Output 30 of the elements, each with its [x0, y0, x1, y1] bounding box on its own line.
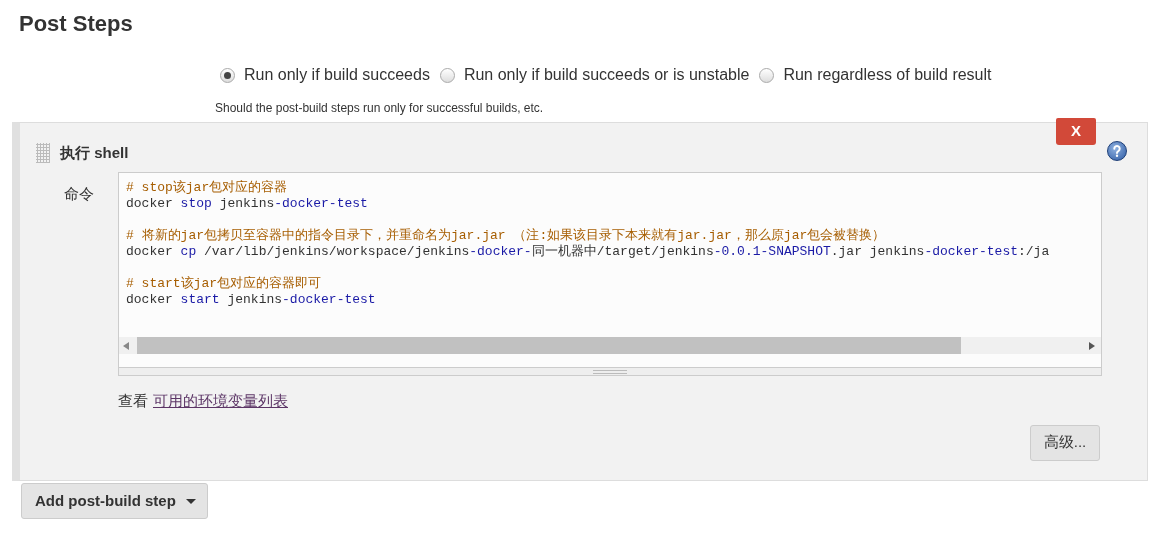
- help-icon[interactable]: [1107, 141, 1127, 161]
- code-editor[interactable]: [118, 172, 1102, 368]
- drag-handle-icon[interactable]: [36, 143, 50, 163]
- horizontal-scrollbar[interactable]: [119, 337, 1101, 354]
- code-line: # start该jar包对应的容器即可: [126, 276, 321, 291]
- env-vars-link[interactable]: 可用的环境变量列表: [153, 390, 288, 413]
- code-line: docker start jenkins-docker-test: [126, 292, 376, 307]
- code-line: docker cp /var/lib/jenkins/workspace/jenkins-docker-同一机器中/target/jenkins-0.0.1-SNAPSHOT.jar jenkins-docker-test:/ja: [126, 244, 1050, 259]
- code-line: # stop该jar包对应的容器: [126, 180, 288, 195]
- caret-icon: [185, 498, 196, 504]
- add-step-button[interactable]: Add post-build step: [21, 483, 208, 519]
- scroll-left-icon[interactable]: [123, 341, 129, 350]
- radio-button[interactable]: [759, 67, 775, 83]
- delete-button[interactable]: X: [1056, 118, 1096, 145]
- field-label: 命令: [64, 184, 95, 204]
- code-line: docker stop jenkins-docker-test: [126, 196, 368, 211]
- radio-label[interactable]: Run only if build succeeds: [244, 63, 430, 87]
- section-title: Post Steps: [18, 10, 134, 38]
- radio-button[interactable]: [439, 67, 455, 83]
- resize-handle[interactable]: [118, 368, 1102, 376]
- radio-button[interactable]: [220, 67, 235, 83]
- step-title: 执行 shell: [60, 142, 129, 163]
- env-prefix-text: 查看: [118, 391, 148, 411]
- radio-label[interactable]: Run only if build succeeds or is unstable: [463, 63, 750, 87]
- scrollbar-thumb[interactable]: [137, 337, 961, 354]
- advanced-button[interactable]: 高级...: [1030, 424, 1100, 461]
- radio-label[interactable]: Run regardless of build result: [783, 63, 992, 87]
- code-line: # 将新的jar包拷贝至容器中的指令目录下，并重命名为jar.jar （注:如果该目录下本来就有jar.jar，那么原jar包会被替换）: [126, 228, 886, 243]
- help-text: Should the post-build steps run only for successful builds, etc.: [214, 100, 545, 117]
- scroll-right-icon[interactable]: [1089, 341, 1095, 350]
